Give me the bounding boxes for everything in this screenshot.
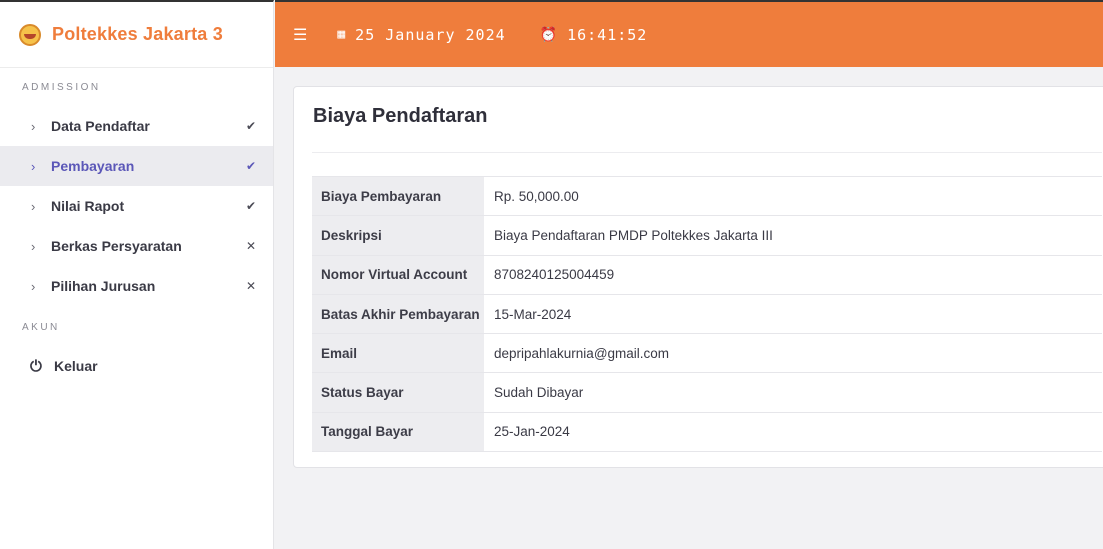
row-value: 15-Mar-2024 [484, 293, 1102, 334]
divider [312, 152, 1102, 153]
row-value: 8708240125004459 [484, 254, 1102, 295]
table-row: Email depripahlakurnia@gmail.com [312, 333, 1102, 373]
sidebar: Poltekkes Jakarta 3 ADMISSION › Data Pen… [0, 0, 274, 549]
row-value: depripahlakurnia@gmail.com [484, 333, 1102, 373]
table-row: Nomor Virtual Account 8708240125004459 [312, 254, 1102, 295]
row-key: Deskripsi [312, 215, 484, 256]
brand[interactable]: Poltekkes Jakarta 3 [0, 2, 273, 68]
row-value: Sudah Dibayar [484, 372, 1102, 413]
logout-label: Keluar [54, 358, 98, 374]
payment-info-table: Biaya Pembayaran Rp. 50,000.00 Deskripsi… [312, 175, 1102, 453]
current-date: 25 January 2024 [355, 25, 506, 44]
brand-name: Poltekkes Jakarta 3 [52, 24, 223, 44]
table-row: Batas Akhir Pembayaran 15-Mar-2024 [312, 293, 1102, 334]
poltekkes-logo-icon [19, 23, 41, 46]
hamburger-menu-icon[interactable]: ☰ [293, 25, 307, 44]
chevron-right-icon: › [31, 238, 36, 254]
row-value: 25-Jan-2024 [484, 411, 1102, 453]
sidebar-item-nilai-rapot[interactable]: › Nilai Rapot ✔ [0, 186, 273, 226]
logout-button[interactable]: ⏻ Keluar [0, 346, 273, 386]
chevron-right-icon: › [31, 118, 36, 134]
row-key: Status Bayar [312, 372, 484, 413]
calendar-icon: ▦ [337, 27, 346, 42]
chevron-right-icon: › [31, 198, 36, 214]
row-key: Tanggal Bayar [312, 411, 484, 453]
current-time: 16:41:52 [567, 25, 648, 44]
check-icon: ✔ [245, 159, 257, 173]
alarm-clock-icon: ⏰ [539, 26, 558, 43]
row-value: Rp. 50,000.00 [484, 175, 1102, 216]
table-row: Biaya Pembayaran Rp. 50,000.00 [312, 175, 1102, 216]
page-title: Biaya Pendaftaran [313, 105, 488, 127]
row-key: Biaya Pembayaran [312, 175, 484, 216]
row-key: Batas Akhir Pembayaran [312, 293, 484, 334]
sidebar-item-label: Pembayaran [51, 158, 135, 174]
sidebar-item-pembayaran[interactable]: › Pembayaran ✔ [0, 146, 273, 186]
sidebar-item-berkas-persyaratan[interactable]: › Berkas Persyaratan ✕ [0, 226, 273, 266]
chevron-right-icon: › [31, 158, 36, 174]
chevron-right-icon: › [31, 278, 36, 294]
sidebar-item-data-pendaftar[interactable]: › Data Pendaftar ✔ [0, 106, 273, 146]
table-row: Status Bayar Sudah Dibayar [312, 372, 1102, 413]
payment-card: Biaya Pendaftaran Biaya Pembayaran Rp. 5… [293, 86, 1103, 468]
cross-icon: ✕ [245, 239, 257, 253]
sidebar-item-pilihan-jurusan[interactable]: › Pilihan Jurusan ✕ [0, 266, 273, 306]
check-icon: ✔ [245, 199, 257, 213]
table-row: Deskripsi Biaya Pendaftaran PMDP Poltekk… [312, 215, 1102, 256]
sidebar-item-label: Berkas Persyaratan [51, 238, 182, 254]
row-key: Email [312, 333, 484, 373]
sidebar-menu: › Data Pendaftar ✔ › Pembayaran ✔ › Nila… [0, 106, 273, 306]
section-label-admission: ADMISSION [22, 82, 101, 93]
section-label-akun: AKUN [22, 322, 60, 333]
row-value: Biaya Pendaftaran PMDP Poltekkes Jakarta… [484, 215, 1102, 256]
check-icon: ✔ [245, 119, 257, 133]
sidebar-item-label: Nilai Rapot [51, 198, 125, 214]
row-key: Nomor Virtual Account [312, 254, 484, 295]
table-row: Tanggal Bayar 25-Jan-2024 [312, 411, 1102, 453]
cross-icon: ✕ [245, 279, 257, 293]
topbar: ☰ ▦ 25 January 2024 ⏰ 16:41:52 [275, 0, 1103, 67]
sidebar-item-label: Data Pendaftar [51, 118, 150, 134]
power-icon: ⏻ [30, 357, 42, 375]
sidebar-item-label: Pilihan Jurusan [51, 278, 156, 294]
